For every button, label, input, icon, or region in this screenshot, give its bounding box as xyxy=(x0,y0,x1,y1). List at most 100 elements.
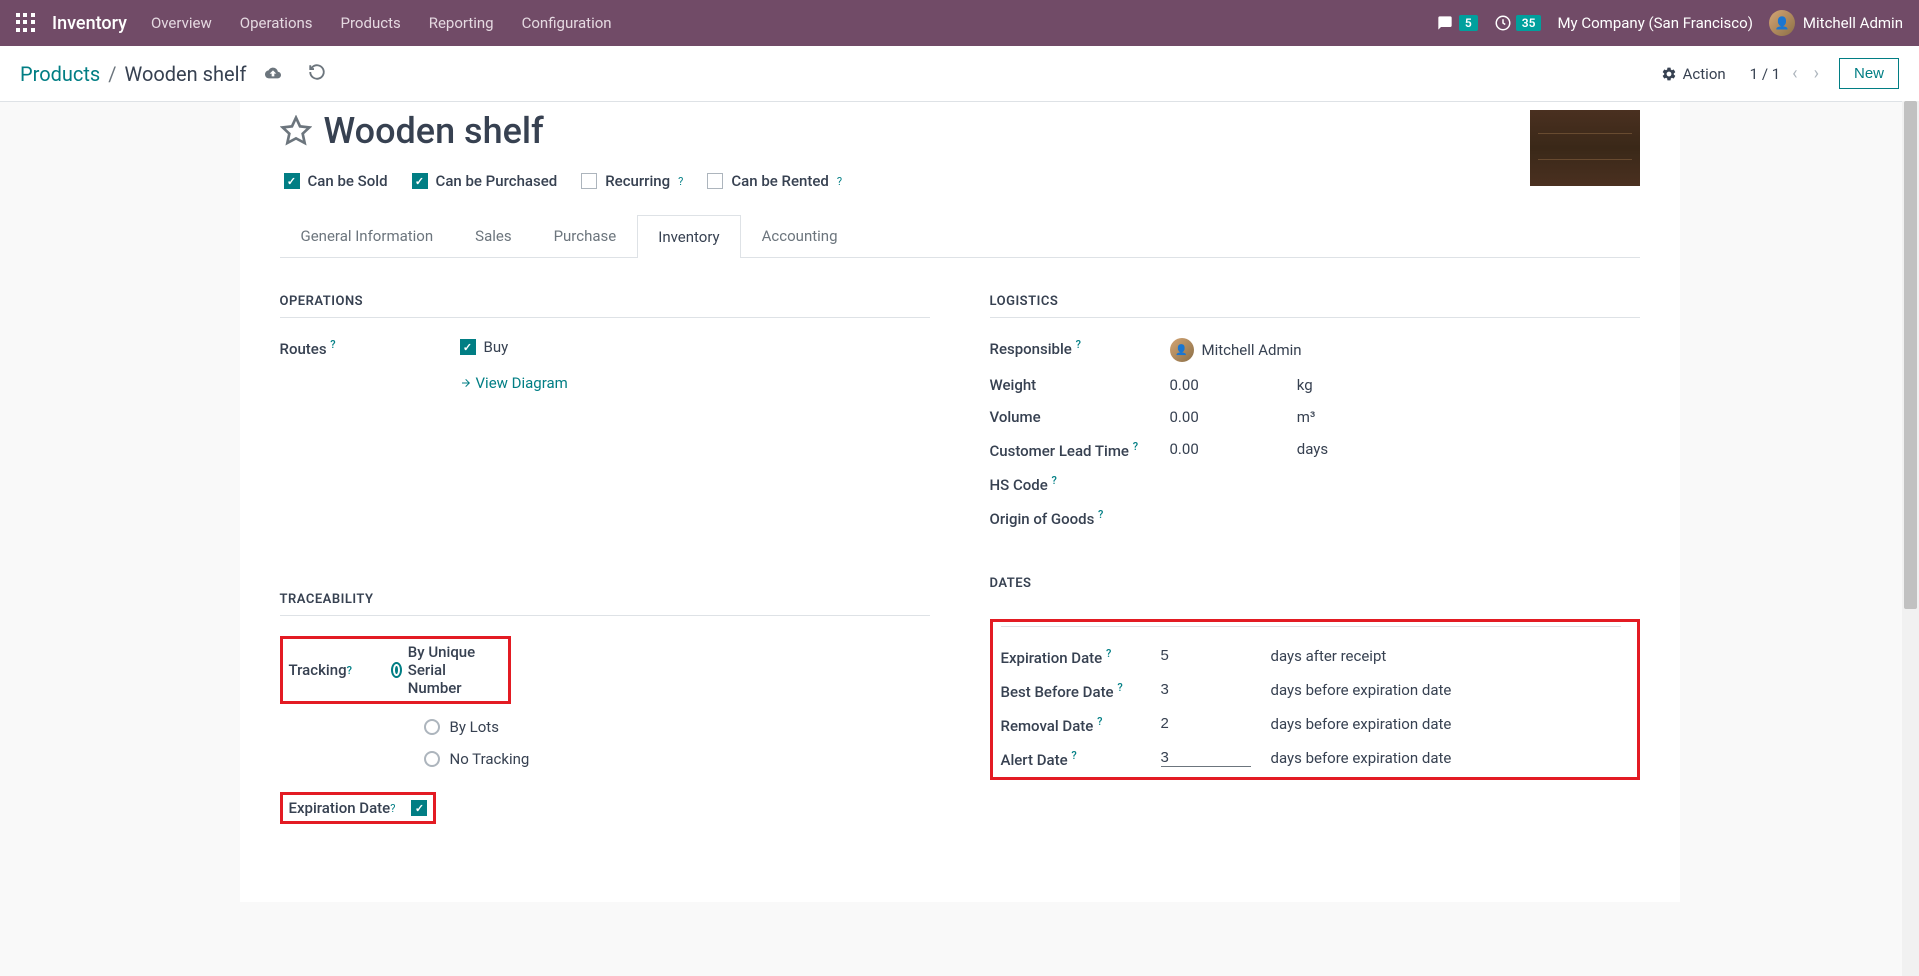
best-before-suffix: days before expiration date xyxy=(1271,681,1452,699)
apps-icon[interactable] xyxy=(16,13,36,33)
user-menu[interactable]: 👤 Mitchell Admin xyxy=(1769,10,1903,36)
cloud-save-icon[interactable] xyxy=(262,62,284,86)
brand-title[interactable]: Inventory xyxy=(52,13,127,34)
lead-time-value[interactable]: 0.00 xyxy=(1170,440,1199,458)
expiration-help-icon[interactable]: ? xyxy=(390,802,395,815)
new-button[interactable]: New xyxy=(1839,58,1899,89)
scrollbar-thumb[interactable] xyxy=(1904,101,1917,609)
nav-reporting[interactable]: Reporting xyxy=(429,14,494,32)
tracking-none-radio[interactable] xyxy=(424,751,440,767)
responsible-avatar-icon: 👤 xyxy=(1170,338,1194,362)
tab-inventory[interactable]: Inventory xyxy=(637,215,740,258)
control-panel: Products / Wooden shelf Action 1 / 1 ‹ ›… xyxy=(0,46,1919,102)
pager-prev-icon[interactable]: ‹ xyxy=(1788,63,1801,84)
tab-purchase[interactable]: Purchase xyxy=(533,214,638,257)
can-be-rented-help-icon[interactable]: ? xyxy=(837,175,842,188)
nav-operations[interactable]: Operations xyxy=(240,14,313,32)
hs-code-help-icon[interactable]: ? xyxy=(1051,474,1056,487)
tracking-label: Tracking xyxy=(289,661,347,679)
nav-products[interactable]: Products xyxy=(341,14,401,32)
tracking-serial-radio[interactable] xyxy=(391,662,402,678)
routes-help-icon[interactable]: ? xyxy=(330,338,335,351)
tracking-lots-label: By Lots xyxy=(450,718,499,736)
nav-overview[interactable]: Overview xyxy=(151,14,212,32)
product-image[interactable] xyxy=(1530,110,1640,186)
product-header: Wooden shelf Can be Sold Can be Purchase… xyxy=(280,102,1640,190)
route-buy-checkbox[interactable] xyxy=(460,339,476,355)
expiration-date-field-label: Expiration Date xyxy=(1001,649,1103,667)
tracking-lots-radio[interactable] xyxy=(424,719,440,735)
best-before-days-input[interactable] xyxy=(1161,681,1251,699)
nav-configuration[interactable]: Configuration xyxy=(522,14,612,32)
recurring-checkbox[interactable] xyxy=(581,173,597,189)
breadcrumb: Products / Wooden shelf xyxy=(20,62,326,86)
recurring-help-icon[interactable]: ? xyxy=(678,175,683,188)
alert-date-label: Alert Date xyxy=(1001,751,1068,769)
removal-days-input[interactable] xyxy=(1161,715,1251,733)
tracking-help-icon[interactable]: ? xyxy=(347,664,352,677)
removal-date-label: Removal Date xyxy=(1001,717,1094,735)
can-be-sold-label: Can be Sold xyxy=(308,172,388,190)
origin-help-icon[interactable]: ? xyxy=(1098,508,1103,521)
section-traceability: TRACEABILITY xyxy=(280,592,930,616)
best-before-label: Best Before Date xyxy=(1001,683,1114,701)
best-before-help-icon[interactable]: ? xyxy=(1117,681,1122,694)
expiration-date-checkbox[interactable] xyxy=(411,800,427,816)
scrollbar[interactable] xyxy=(1902,101,1919,976)
tab-accounting[interactable]: Accounting xyxy=(741,214,859,257)
tab-general-information[interactable]: General Information xyxy=(280,214,455,257)
activity-icon[interactable]: 35 xyxy=(1494,14,1542,32)
product-name[interactable]: Wooden shelf xyxy=(324,110,544,152)
messaging-icon[interactable]: 5 xyxy=(1435,15,1478,31)
favorite-star-icon[interactable] xyxy=(280,115,312,147)
tabs: General Information Sales Purchase Inven… xyxy=(280,214,1640,258)
weight-label: Weight xyxy=(990,376,1170,394)
origin-label: Origin of Goods xyxy=(990,510,1095,528)
breadcrumb-root[interactable]: Products xyxy=(20,62,100,86)
arrow-right-icon xyxy=(460,377,472,389)
volume-label: Volume xyxy=(990,408,1170,426)
recurring-label: Recurring xyxy=(605,172,670,190)
breadcrumb-separator: / xyxy=(108,62,116,86)
lead-time-help-icon[interactable]: ? xyxy=(1133,440,1138,453)
volume-value[interactable]: 0.00 xyxy=(1170,408,1199,426)
breadcrumb-current: Wooden shelf xyxy=(125,62,247,86)
lead-time-unit: days xyxy=(1297,440,1328,458)
action-label: Action xyxy=(1683,65,1726,83)
user-name: Mitchell Admin xyxy=(1803,14,1903,32)
expiration-suffix: days after receipt xyxy=(1271,647,1387,665)
route-buy-label: Buy xyxy=(484,338,509,356)
alert-days-input[interactable] xyxy=(1161,749,1251,767)
weight-value[interactable]: 0.00 xyxy=(1170,376,1199,394)
hs-code-label: HS Code xyxy=(990,476,1048,494)
pager-text[interactable]: 1 / 1 xyxy=(1750,65,1781,83)
gear-icon xyxy=(1661,66,1677,82)
discard-icon[interactable] xyxy=(308,62,326,86)
alert-help-icon[interactable]: ? xyxy=(1071,749,1076,762)
lead-time-label: Customer Lead Time xyxy=(990,442,1129,460)
can-be-purchased-label: Can be Purchased xyxy=(436,172,558,190)
section-logistics: LOGISTICS xyxy=(990,294,1640,318)
pager: 1 / 1 ‹ › xyxy=(1750,63,1823,84)
volume-unit: m³ xyxy=(1297,408,1316,426)
can-be-rented-checkbox[interactable] xyxy=(707,173,723,189)
can-be-purchased-checkbox[interactable] xyxy=(412,173,428,189)
tab-sales[interactable]: Sales xyxy=(454,214,532,257)
tracking-none-label: No Tracking xyxy=(450,750,530,768)
action-button[interactable]: Action xyxy=(1661,65,1726,83)
view-diagram-link[interactable]: View Diagram xyxy=(460,374,568,392)
section-operations: OPERATIONS xyxy=(280,294,930,318)
dates-expiration-help-icon[interactable]: ? xyxy=(1106,647,1111,660)
responsible-value[interactable]: Mitchell Admin xyxy=(1202,341,1302,359)
activity-count-badge: 35 xyxy=(1516,15,1542,31)
removal-help-icon[interactable]: ? xyxy=(1097,715,1102,728)
can-be-rented-label: Can be Rented xyxy=(731,172,828,190)
pager-next-icon[interactable]: › xyxy=(1810,63,1823,84)
weight-unit: kg xyxy=(1297,376,1313,394)
company-switcher[interactable]: My Company (San Francisco) xyxy=(1557,14,1752,32)
routes-label: Routes xyxy=(280,340,327,358)
can-be-sold-checkbox[interactable] xyxy=(284,173,300,189)
expiration-days-input[interactable] xyxy=(1161,647,1251,665)
responsible-help-icon[interactable]: ? xyxy=(1076,338,1081,351)
alert-suffix: days before expiration date xyxy=(1271,749,1452,767)
